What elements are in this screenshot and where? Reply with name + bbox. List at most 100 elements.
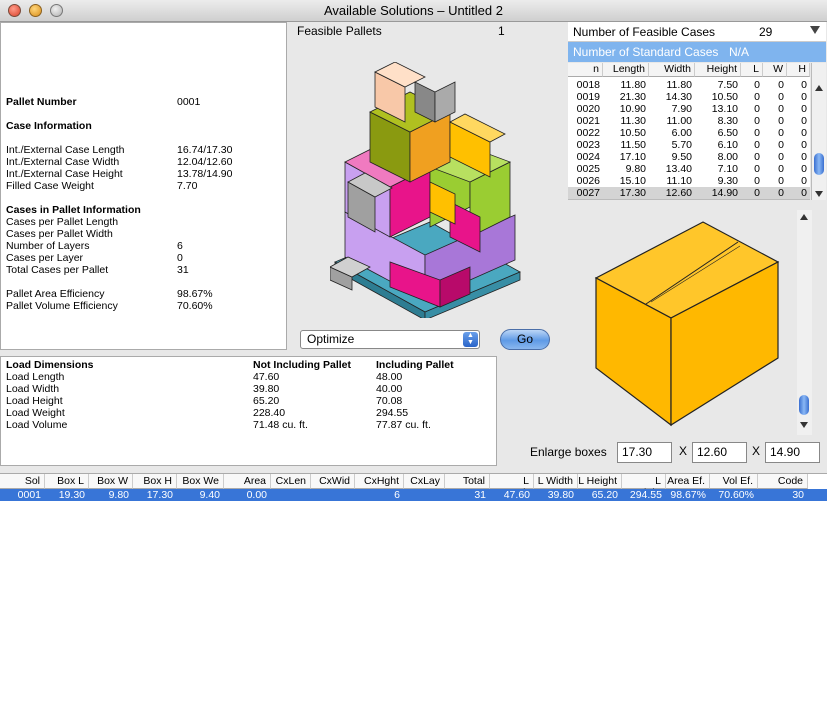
column-header[interactable]: Width <box>649 63 695 77</box>
solution-cell: 31 <box>474 489 486 501</box>
column-header[interactable]: Total <box>445 474 490 489</box>
feasible-pallets-count: 1 <box>498 24 505 38</box>
case-cell: 7.50 <box>717 79 738 91</box>
load-header: Not Including Pallet <box>253 359 352 371</box>
column-header[interactable]: Area <box>224 474 271 489</box>
column-header[interactable]: n <box>568 63 603 77</box>
load-cell: Load Width <box>6 383 60 395</box>
info-label: Pallet Volume Efficiency <box>6 300 118 312</box>
column-header[interactable]: CxLay <box>404 474 445 489</box>
column-header[interactable]: CxLen <box>271 474 311 489</box>
column-header[interactable]: L Width <box>534 474 578 489</box>
pallet-3d-image[interactable] <box>330 62 530 318</box>
case-row[interactable]: 0022 10.50 6.00 6.50 0 0 0 <box>568 127 810 139</box>
case-row[interactable]: 0023 11.50 5.70 6.10 0 0 0 <box>568 139 810 151</box>
case-cell: 0 <box>801 115 807 127</box>
column-header[interactable]: L Height <box>578 474 622 489</box>
solution-row-selected[interactable]: 0001 19.30 9.80 17.30 9.40 0.00 6 31 47.60 39.80 6… <box>0 489 827 501</box>
pallet-view-panel: Feasible Pallets 1 <box>290 22 566 322</box>
case-row[interactable]: 0027 17.30 12.60 14.90 0 0 0 <box>568 187 810 199</box>
column-header[interactable]: Area Ef. <box>666 474 710 489</box>
column-header[interactable]: W <box>763 63 787 77</box>
column-header[interactable]: CxWid <box>311 474 355 489</box>
column-header[interactable]: L <box>741 63 763 77</box>
load-cell: 228.40 <box>253 407 286 419</box>
info-value: 6 <box>177 240 183 252</box>
case-cell: 15.10 <box>619 175 646 187</box>
case-cell: 7.90 <box>671 103 692 115</box>
enlarge-width-input[interactable]: 12.60 <box>692 442 747 463</box>
case-cell: 7.10 <box>717 163 738 175</box>
go-button[interactable]: Go <box>500 329 550 350</box>
column-header[interactable]: Box H <box>133 474 177 489</box>
case-row[interactable]: 0020 10.90 7.90 13.10 0 0 0 <box>568 103 810 115</box>
info-row: Cases per Pallet Width <box>6 228 276 240</box>
optimize-select[interactable]: Optimize ▲ ▼ <box>300 330 480 349</box>
case-row[interactable]: 0018 11.80 11.80 7.50 0 0 0 <box>568 79 810 91</box>
case-cell: 0026 <box>576 175 600 187</box>
scroll-up-icon[interactable] <box>800 214 808 220</box>
case-cell: 11.80 <box>620 79 647 91</box>
case-cell: 10.50 <box>619 127 646 139</box>
case-cell: 0 <box>778 115 784 127</box>
column-header[interactable]: Code <box>758 474 808 489</box>
case-cell: 0 <box>778 91 784 103</box>
load-cell: 71.48 cu. ft. <box>253 419 308 431</box>
column-header[interactable]: Length <box>603 63 649 77</box>
case-row[interactable]: 0021 11.30 11.00 8.30 0 0 0 <box>568 115 810 127</box>
load-header: Including Pallet <box>376 359 454 371</box>
load-dimensions-panel: Load Dimensions Not Including Pallet Inc… <box>0 356 497 466</box>
x-separator: X <box>752 444 761 458</box>
enlarge-length-input[interactable]: 17.30 <box>617 442 672 463</box>
case-cell: 6.50 <box>717 127 738 139</box>
case-row[interactable]: 0019 21.30 14.30 10.50 0 0 0 <box>568 91 810 103</box>
enlarge-height-input[interactable]: 14.90 <box>765 442 820 463</box>
column-header[interactable]: Box W <box>89 474 133 489</box>
case-cell: 0 <box>754 151 760 163</box>
info-row: Int./External Case Height 13.78/14.90 <box>6 168 276 180</box>
info-label: Cases per Pallet Length <box>6 216 119 228</box>
feasible-cases-header[interactable]: Number of Feasible Cases 29 <box>568 22 826 42</box>
feasible-cases-label: Number of Feasible Cases <box>573 25 716 39</box>
case-cell: 0 <box>754 79 760 91</box>
case-cell: 0027 <box>576 187 600 199</box>
column-header[interactable]: Vol Ef. <box>710 474 758 489</box>
case-cell: 0 <box>754 103 760 115</box>
scroll-thumb[interactable] <box>814 153 824 175</box>
cases-scrollbar[interactable] <box>811 63 826 200</box>
column-header[interactable]: CxHght <box>355 474 404 489</box>
case-cell: 0020 <box>576 103 600 115</box>
load-cell: 294.55 <box>376 407 409 419</box>
case-cell: 0023 <box>576 139 600 151</box>
column-header[interactable]: Box We <box>177 474 224 489</box>
optimize-select-value: Optimize <box>307 332 355 346</box>
column-header[interactable]: L Length <box>490 474 534 499</box>
scroll-down-icon[interactable] <box>800 422 808 428</box>
case-cell: 0 <box>801 163 807 175</box>
column-header[interactable]: L Weight <box>622 474 666 499</box>
standard-cases-header[interactable]: Number of Standard Cases N/A <box>568 42 826 62</box>
case-row[interactable]: 0024 17.10 9.50 8.00 0 0 0 <box>568 151 810 163</box>
info-row: Cases in Pallet Information <box>6 204 276 216</box>
column-header[interactable]: Box L <box>45 474 89 489</box>
info-label: Int./External Case Width <box>6 156 120 168</box>
case-cell: 11.00 <box>666 115 693 127</box>
info-label: Pallet Area Efficiency <box>6 288 105 300</box>
column-header[interactable]: Sol <box>0 474 45 489</box>
case-row[interactable]: 0026 15.10 11.10 9.30 0 0 0 <box>568 175 810 187</box>
column-header[interactable]: Height <box>695 63 741 77</box>
info-value: 0001 <box>177 96 201 108</box>
case-cell: 14.30 <box>665 91 692 103</box>
case-cell: 0 <box>801 127 807 139</box>
case-row[interactable]: 0025 9.80 13.40 7.10 0 0 0 <box>568 163 810 175</box>
column-header[interactable]: H <box>787 63 810 77</box>
standard-cases-count: N/A <box>729 45 750 59</box>
case-cell: 10.90 <box>619 103 646 115</box>
scroll-down-icon[interactable] <box>815 191 823 197</box>
scroll-thumb[interactable] <box>799 395 809 415</box>
dropdown-arrow-icon[interactable] <box>810 26 820 34</box>
scroll-up-icon[interactable] <box>815 85 823 91</box>
case-cell: 0 <box>754 163 760 175</box>
case-cell: 0 <box>778 151 784 163</box>
box-view-scrollbar[interactable] <box>797 210 812 435</box>
